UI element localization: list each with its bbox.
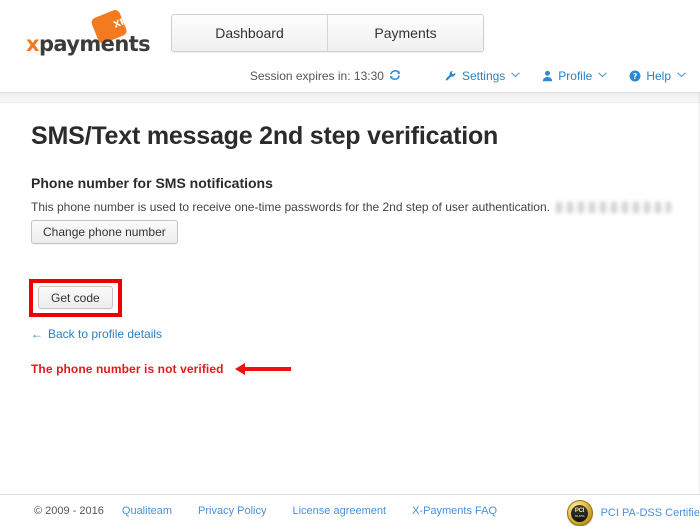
main-content: SMS/Text message 2nd step verification P… xyxy=(0,103,700,493)
tab-payments[interactable]: Payments xyxy=(327,15,483,51)
chevron-down-icon xyxy=(677,71,686,81)
footer-link-license-agreement[interactable]: License agreement xyxy=(293,505,387,517)
session-time: 13:30 xyxy=(353,69,384,83)
session-timer: Session expires in: 13:30 xyxy=(250,69,401,83)
phone-number-redacted xyxy=(555,201,671,213)
back-to-profile-label: Back to profile details xyxy=(48,327,163,341)
main-nav-tabs: Dashboard Payments xyxy=(171,14,484,52)
arrow-left-icon: ← xyxy=(31,327,43,341)
menu-help-label: Help xyxy=(646,69,671,83)
section-title: Phone number for SMS notifications xyxy=(31,175,273,191)
user-icon xyxy=(542,70,553,82)
menu-settings-label: Settings xyxy=(461,69,506,83)
back-to-profile-link[interactable]: ← Back to profile details xyxy=(31,327,162,341)
chevron-down-icon-svg xyxy=(677,72,686,78)
get-code-annotation-box: Get code xyxy=(29,279,122,317)
footer-links: © 2009 - 2016 Qualiteam Privacy Policy L… xyxy=(34,505,523,517)
menu-profile-label: Profile xyxy=(558,69,593,83)
chevron-down-icon xyxy=(598,71,608,81)
menu-profile[interactable]: Profile xyxy=(542,69,608,83)
tab-dashboard[interactable]: Dashboard xyxy=(172,15,327,51)
page-title: SMS/Text message 2nd step verification xyxy=(31,122,499,150)
footer-link-qualiteam[interactable]: Qualiteam xyxy=(122,505,172,517)
menu-help[interactable]: ? Help xyxy=(629,69,686,83)
logo[interactable]: XP xpayments xyxy=(26,8,156,56)
user-icon-svg xyxy=(543,70,553,82)
annotation-arrow-icon xyxy=(234,363,291,375)
change-phone-number-button[interactable]: Change phone number xyxy=(31,220,178,244)
page-root: XP xpayments Dashboard Payments Session … xyxy=(0,0,700,526)
site-footer: © 2009 - 2016 Qualiteam Privacy Policy L… xyxy=(0,495,700,526)
logo-wordmark: xpayments xyxy=(26,32,151,56)
pci-badge-icon: PCI PA-DSS xyxy=(566,500,593,526)
menu-settings[interactable]: Settings xyxy=(445,69,521,83)
copyright-text: © 2009 - 2016 xyxy=(34,505,104,517)
refresh-icon-svg xyxy=(389,70,400,80)
section-description: This phone number is used to receive one… xyxy=(31,200,671,214)
verification-warning: The phone number is not verified xyxy=(31,362,291,376)
wrench-icon-svg xyxy=(445,70,456,81)
site-header: XP xpayments Dashboard Payments Session … xyxy=(0,0,700,93)
session-label: Session expires in: xyxy=(249,69,351,83)
chevron-down-icon-svg xyxy=(598,72,608,78)
section-description-text: This phone number is used to receive one… xyxy=(31,200,550,214)
question-circle-icon-svg: ? xyxy=(629,70,641,82)
footer-link-privacy-policy[interactable]: Privacy Policy xyxy=(198,505,266,517)
pci-badge-line2: PA-DSS xyxy=(574,514,585,518)
chevron-down-icon-svg xyxy=(511,72,521,78)
refresh-icon[interactable] xyxy=(389,69,401,83)
logo-x-letter: x xyxy=(26,32,40,56)
pci-certification[interactable]: PCI PA-DSS PCI PA-DSS Certifie xyxy=(566,500,700,526)
chevron-down-icon xyxy=(511,71,521,81)
footer-link-x-payments-faq[interactable]: X-Payments FAQ xyxy=(412,505,497,517)
warning-text: The phone number is not verified xyxy=(31,362,224,376)
svg-text:?: ? xyxy=(633,72,637,81)
pci-certification-label: PCI PA-DSS Certifie xyxy=(600,507,700,519)
question-circle-icon: ? xyxy=(629,70,641,82)
logo-payments-letters: payments xyxy=(38,32,151,56)
utility-bar: Session expires in: 13:30 Settings Profi… xyxy=(250,69,686,83)
content-top-band xyxy=(0,93,700,103)
get-code-button[interactable]: Get code xyxy=(38,286,113,309)
wrench-icon xyxy=(445,70,457,82)
